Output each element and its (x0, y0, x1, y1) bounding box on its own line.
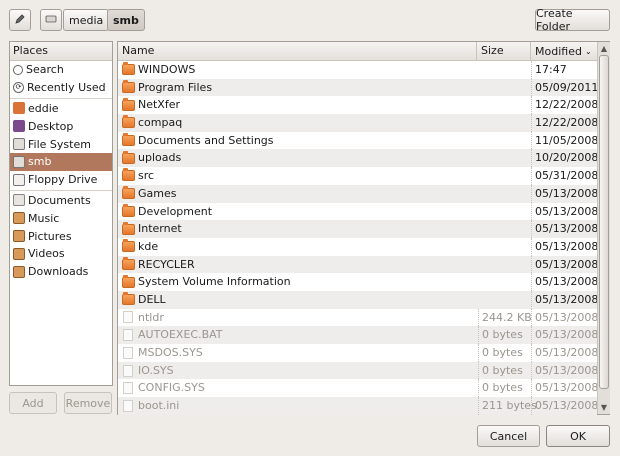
disk-icon (45, 13, 57, 28)
folder-icon (122, 115, 135, 129)
drive-icon (13, 138, 25, 151)
file-list: Name Size Modified ⌄ WINDOWS 17:47 Progra… (117, 41, 610, 415)
list-item[interactable]: IO.SYS 0 bytes 05/13/2008 (118, 361, 598, 380)
places-separator (10, 189, 112, 191)
file-rows: WINDOWS 17:47 Program Files 05/09/2011 Net… (118, 61, 598, 415)
folder-icon (122, 203, 135, 217)
list-item[interactable]: Documents and Settings 11/05/2008 (118, 131, 598, 150)
places-item-videos[interactable]: Videos (10, 245, 112, 263)
file-icon (123, 364, 133, 377)
recent-icon: ⟳ (13, 82, 24, 94)
folder-icon (122, 186, 135, 200)
folder-icon (122, 168, 135, 182)
list-item[interactable]: DELL 05/13/2008 (118, 290, 598, 309)
pictures-icon (13, 230, 25, 243)
breadcrumb-smb[interactable]: smb (107, 9, 145, 31)
breadcrumb-root-button[interactable] (40, 9, 62, 31)
folder-icon (122, 80, 135, 94)
folder-icon (122, 150, 135, 164)
folder-icon (122, 221, 135, 235)
chevron-down-icon: ⌄ (584, 46, 592, 56)
edit-location-button[interactable] (9, 9, 31, 31)
list-item[interactable]: kde 05/13/2008 (118, 237, 598, 256)
search-icon (13, 64, 23, 75)
pencil-icon (14, 13, 26, 28)
ok-button[interactable]: OK (546, 425, 610, 447)
places-separator (10, 97, 112, 99)
vertical-scrollbar[interactable]: ▲ ▼ (597, 42, 610, 414)
list-item[interactable]: Internet 05/13/2008 (118, 220, 598, 238)
places-item-music[interactable]: Music (10, 209, 112, 227)
breadcrumb-media[interactable]: media (63, 9, 110, 31)
column-size-header[interactable]: Size (477, 42, 531, 61)
places-panel: Places Search ⟳ Recently Used eddie Desk… (9, 41, 113, 386)
list-item[interactable]: boot.ini 211 bytes 05/13/2008 (118, 397, 598, 415)
list-item[interactable]: System Volume Information 05/13/2008 (118, 273, 598, 291)
cancel-button[interactable]: Cancel (477, 425, 540, 447)
folder-icon (122, 256, 135, 270)
remove-bookmark-button[interactable]: Remove (64, 392, 112, 414)
home-icon (13, 102, 25, 115)
folder-icon (122, 239, 135, 253)
places-item-smb[interactable]: smb (10, 152, 112, 171)
column-modified-header[interactable]: Modified ⌄ (531, 42, 597, 61)
file-icon (123, 311, 133, 324)
list-item[interactable]: RECYCLER 05/13/2008 (118, 255, 598, 274)
places-item-pictures[interactable]: Pictures (10, 227, 112, 245)
scroll-up-icon[interactable]: ▲ (598, 42, 610, 55)
desktop-icon (13, 120, 25, 133)
folder-icon (122, 62, 135, 76)
list-item[interactable]: compaq 12/22/2008 (118, 114, 598, 132)
scrollbar-thumb[interactable] (599, 55, 609, 389)
scroll-down-icon[interactable]: ▼ (598, 401, 610, 414)
list-item[interactable]: AUTOEXEC.BAT 0 bytes 05/13/2008 (118, 326, 598, 345)
videos-icon (13, 247, 25, 260)
file-icon (123, 382, 133, 395)
file-icon (123, 399, 133, 412)
list-item[interactable]: Development 05/13/2008 (118, 202, 598, 221)
music-icon (13, 212, 25, 225)
column-name-header[interactable]: Name (118, 42, 477, 61)
downloads-icon (13, 265, 25, 278)
places-header[interactable]: Places (10, 42, 112, 61)
folder-icon (122, 97, 135, 111)
places-item-eddie[interactable]: eddie (10, 100, 112, 118)
places-item-file-system[interactable]: File System (10, 135, 112, 153)
floppy-icon (13, 173, 25, 186)
add-bookmark-button[interactable]: Add (9, 392, 57, 414)
list-item[interactable]: Program Files 05/09/2011 (118, 78, 598, 97)
list-item[interactable]: WINDOWS 17:47 (118, 61, 597, 79)
folder-icon (122, 292, 135, 306)
file-icon (123, 346, 133, 359)
places-item-recently-used[interactable]: ⟳ Recently Used (10, 79, 112, 97)
folder-icon (122, 133, 135, 147)
list-item[interactable]: ntldr 244.2 KB 05/13/2008 (118, 308, 598, 327)
create-folder-button[interactable]: Create Folder (535, 7, 610, 33)
places-item-documents[interactable]: Documents (10, 192, 112, 210)
places-item-search[interactable]: Search (10, 61, 112, 79)
list-item[interactable]: CONFIG.SYS 0 bytes 05/13/2008 (118, 379, 598, 398)
list-item[interactable]: src 05/31/2008 (118, 167, 598, 185)
places-item-desktop[interactable]: Desktop (10, 117, 112, 135)
list-item[interactable]: NetXfer 12/22/2008 (118, 96, 598, 115)
list-item[interactable]: Games 05/13/2008 (118, 184, 598, 203)
drive-icon (13, 155, 25, 168)
folder-icon (13, 194, 25, 207)
folder-icon (122, 274, 135, 288)
places-item-downloads[interactable]: Downloads (10, 263, 112, 281)
places-item-floppy-drive[interactable]: Floppy Drive (10, 171, 112, 189)
file-list-header: Name Size Modified ⌄ (118, 42, 597, 61)
list-item[interactable]: uploads 10/20/2008 (118, 149, 598, 168)
file-icon (123, 329, 133, 342)
list-item[interactable]: MSDOS.SYS 0 bytes 05/13/2008 (118, 344, 598, 362)
